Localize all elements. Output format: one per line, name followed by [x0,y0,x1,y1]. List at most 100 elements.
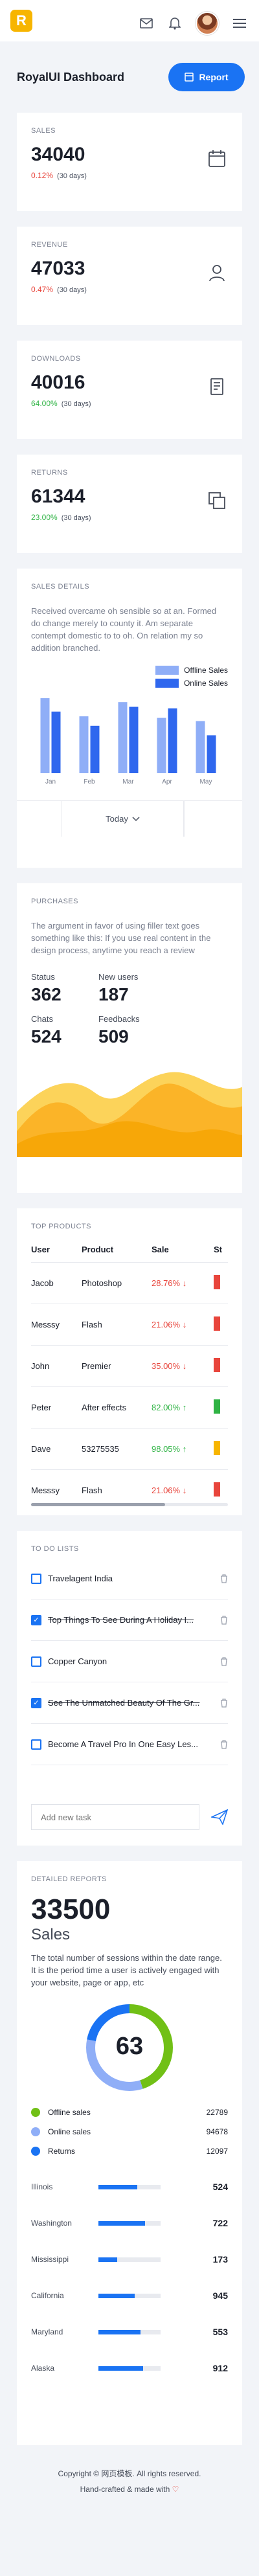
table-scrollbar[interactable] [31,1503,228,1506]
table-row[interactable]: Jacob Photoshop 28.76% ↓ [31,1262,228,1304]
sale-value: 21.06% [152,1320,181,1329]
bar-offline-sales-mar[interactable] [118,702,128,773]
city-row: California 945 [31,2277,228,2314]
copyright-text: Copyright © 网页模板. All rights reserved. [58,2469,201,2478]
bar-online-sales-feb[interactable] [90,725,100,773]
legend-online: Online Sales [31,679,228,688]
user-avatar[interactable] [196,12,219,35]
sales-bar-chart: Jan Feb Mar Apr May [40,698,216,785]
todo-checkbox[interactable]: ✓ [31,1614,41,1625]
document-icon [207,377,227,398]
cell-user: John [31,1345,82,1387]
status-indicator [214,1441,220,1455]
cell-user: Messsy [31,1304,82,1346]
chevron-down-icon [132,816,140,821]
metric-value: 509 [98,1026,129,1046]
trash-icon[interactable] [220,1656,228,1666]
city-value: 173 [212,2254,228,2265]
sale-value: 82.00% [152,1403,181,1412]
city-row: Illinois 524 [31,2169,228,2205]
status-indicator [214,1316,220,1331]
stat-label: SALES [31,127,56,135]
col-user: User [31,1245,50,1254]
trash-icon[interactable] [220,1739,228,1749]
send-icon[interactable] [211,1809,228,1825]
bell-icon[interactable] [167,16,183,31]
trash-icon[interactable] [220,1574,228,1583]
bar-offline-sales-apr[interactable] [157,717,166,773]
todo-checkbox[interactable] [31,1739,41,1750]
sale-value: 98.05% [152,1444,181,1454]
table-row[interactable]: Dave 53275535 98.05% ↑ [31,1428,228,1470]
status-indicator [214,1275,220,1289]
new-task-input[interactable] [31,1804,199,1830]
todo-list: Travelagent India ✓ Top Things To See Duri… [31,1558,228,1765]
bar-online-sales-apr[interactable] [168,708,177,773]
purchases-card: PURCHASES The argument in favor of using… [17,883,242,1193]
app-logo[interactable]: R [10,10,32,32]
cell-user: Dave [31,1428,82,1470]
stat-card-revenue: REVENUE 47033 0.47% (30 days) [17,227,242,325]
period-dropdown[interactable]: Today [62,801,184,837]
city-progress-fill [98,2184,137,2189]
bar-offline-sales-jan[interactable] [40,698,50,773]
trash-icon[interactable] [220,1615,228,1625]
metric-value: 187 [98,984,129,1004]
table-row[interactable]: Messsy Flash 21.06% ↓ [31,1304,228,1346]
todo-checkbox[interactable]: ✓ [31,1697,41,1708]
city-progress [98,2293,161,2298]
legend-name: Returns [48,2147,76,2156]
mail-icon[interactable] [139,16,154,31]
todo-item: ✓ Top Things To See During A Holiday I... [31,1599,228,1641]
report-subtitle: Sales [31,1926,71,1943]
city-progress-fill [98,2366,144,2371]
trash-icon[interactable] [220,1698,228,1708]
todo-text: Become A Travel Pro In One Easy Les... [48,1739,198,1749]
user-icon [207,263,227,284]
donut-chart: 63 [81,1999,178,2096]
stat-change: 64.00% [31,399,58,408]
cell-sale: 28.76% ↓ [152,1262,214,1304]
stat-value: 34040 [31,144,85,165]
city-value: 524 [212,2182,228,2192]
purchases-metrics: Status 362 New users 187 Chats 524 Feedback… [31,972,228,1047]
todo-text: Copper Canyon [48,1656,107,1666]
bar-offline-sales-feb[interactable] [79,716,89,773]
report-icon [185,73,194,82]
card-title: TOP PRODUCTS [31,1223,91,1230]
arrow-up-icon: ↑ [182,1403,187,1412]
city-progress-fill [98,2220,145,2226]
arrow-up-icon: ↑ [182,1444,187,1454]
bar-offline-sales-may[interactable] [196,721,205,773]
todo-checkbox[interactable] [31,1656,41,1667]
legend-name: Offline sales [48,2108,91,2117]
city-progress [98,2257,161,2262]
stat-card-sales: SALES 34040 0.12% (30 days) [17,113,242,211]
table-row[interactable]: Peter After effects 82.00% ↑ [31,1386,228,1429]
report-button[interactable]: Report [168,63,245,91]
city-name: California [31,2291,64,2300]
bar-online-sales-mar[interactable] [129,706,139,773]
legend-value: 12097 [206,2147,228,2156]
stat-label: RETURNS [31,469,68,477]
legend-name: Online sales [48,2127,91,2136]
todo-checkbox[interactable] [31,1573,41,1584]
cell-user: Peter [31,1386,82,1429]
cell-product: After effects [82,1386,152,1429]
city-progress [98,2184,161,2189]
cell-status [214,1345,228,1387]
bar-online-sales-jan[interactable] [51,711,61,773]
city-row: Mississippi 173 [31,2241,228,2277]
cell-product: Photoshop [82,1262,152,1304]
metric-new-users: New users 187 [98,972,228,1005]
sale-value: 35.00% [152,1361,181,1371]
bar-online-sales-may[interactable] [207,735,216,773]
menu-icon[interactable] [232,16,247,31]
table-row[interactable]: John Premier 35.00% ↓ [31,1345,228,1387]
products-table: User Product Sale St Jacob Photoshop 28.76… [31,1237,228,1511]
x-tick-label: Feb [84,778,95,785]
stat-card-downloads: DOWNLOADS 40016 64.00% (30 days) [17,341,242,439]
city-name: Mississippi [31,2255,69,2264]
cell-status [214,1428,228,1470]
table-header-row: User Product Sale St [31,1237,228,1263]
